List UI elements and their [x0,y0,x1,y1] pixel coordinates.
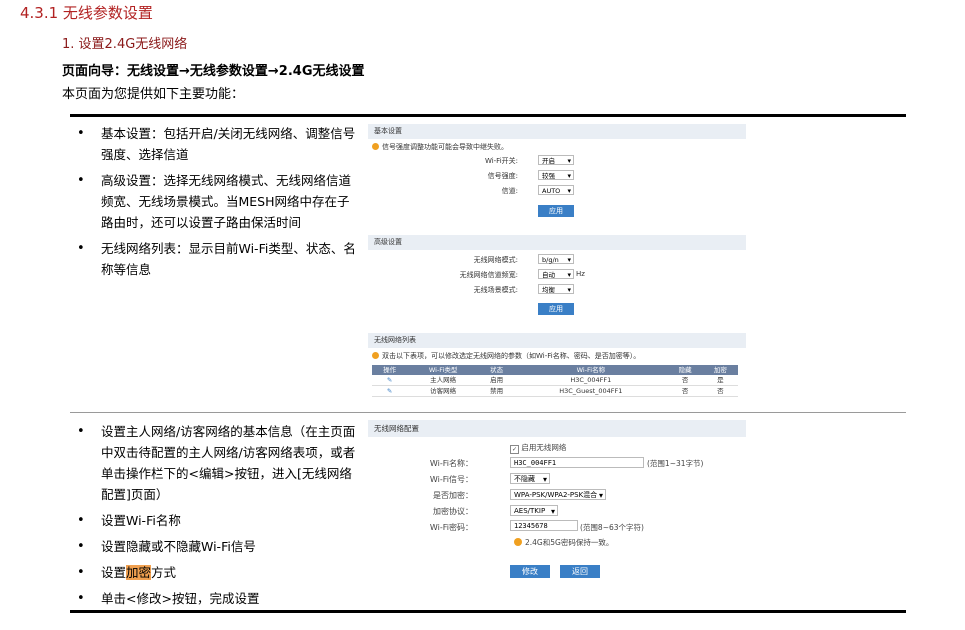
table-middle-rule [70,412,906,413]
cell-hidden: 否 [667,385,703,397]
feature-list-2: 设置主人网络/访客网络的基本信息（在主页面中双击待配置的主人网络/访客网络表项，… [72,421,357,614]
wifi-password-label: Wi-Fi密码： [429,523,473,532]
bullet-set-wifi-name: 设置Wi-Fi名称 [72,510,357,531]
cell-wifi-name: H3C_004FF1 [514,375,668,386]
bullet-basic-settings: 基本设置：包括开启/关闭无线网络、调整信号强度、选择信道 [72,123,357,165]
section-title: 4.3.1 无线参数设置 [20,4,153,22]
bullet-set-encryption: 设置加密方式 [72,562,357,583]
wireless-list-header: 无线网络列表 [368,333,746,348]
cell-status: 禁用 [478,385,515,397]
cell-encrypted: 是 [702,375,738,386]
wifi-switch-label: Wi-Fi开关: [484,157,518,165]
bullet-advanced-settings: 高级设置：选择无线网络模式、无线网络信道频宽、无线场景模式。当MESH网络中存在… [72,170,357,233]
bullet-config-basic-info: 设置主人网络/访客网络的基本信息（在主页面中双击待配置的主人网络/访客网络表项，… [72,421,357,505]
cell-hidden: 否 [667,375,703,386]
col-encrypted: 加密 [702,365,738,375]
cell-wifi-type: 主人网络 [407,375,479,386]
basic-apply-button[interactable]: 应用 [538,205,574,217]
wireless-config-header: 无线网络配置 [368,420,746,437]
table-row[interactable]: ✎ 访客网络 禁用 H3C_Guest_004FF1 否 否 [372,385,738,397]
bullet-click-modify: 单击<修改>按钮，完成设置 [72,588,357,609]
advanced-settings-header: 高级设置 [368,235,746,250]
wireless-mode-label: 无线网络模式: [473,256,518,264]
wifi-password-input[interactable]: 12345678 [510,520,578,531]
scene-mode-select[interactable]: 均衡 [538,284,574,295]
wifi-name-hint: (范围1~31字节) [647,459,704,468]
encryption-label: 是否加密： [433,491,473,500]
edit-icon[interactable]: ✎ [372,385,408,397]
page-navigation-path: 页面向导：无线设置→无线参数设置→2.4G无线设置 [62,64,365,79]
col-operation: 操作 [372,365,408,375]
signal-notice-text: 信号强度调整功能可能会导致中继失败。 [382,143,508,151]
wireless-config-screenshot: 无线网络配置 ✓ 启用无线网络 Wi-Fi名称： H3C_004FF1 (范围1… [368,420,746,590]
wifi-switch-select[interactable]: 开启 [538,155,574,166]
wireless-network-table: 操作 Wi-Fi类型 状态 Wi-Fi名称 隐藏 加密 ✎ 主人网络 启用 H3… [372,365,738,397]
wifi-signal-label: Wi-Fi信号： [429,475,473,484]
col-wifi-type: Wi-Fi类型 [407,365,479,375]
intro-text: 本页面为您提供如下主要功能： [62,87,245,102]
encryption-bullet-suffix: 方式 [151,565,177,580]
encryption-protocol-select[interactable]: AES/TKIP [510,505,558,517]
warning-icon [514,538,522,546]
basic-settings-header: 基本设置 [368,124,746,139]
enable-wireless-row[interactable]: ✓ 启用无线网络 [510,442,566,454]
list-notice-text: 双击以下表项，可以修改选定无线网络的参数（如Wi-Fi名称、密码、是否加密等）。 [382,352,641,360]
cell-encrypted: 否 [702,385,738,397]
enable-checkbox[interactable]: ✓ [510,445,519,454]
list-notice: 双击以下表项，可以修改选定无线网络的参数（如Wi-Fi名称、密码、是否加密等）。 [372,351,640,361]
signal-strength-select[interactable]: 较强 [538,170,574,181]
col-status: 状态 [478,365,515,375]
channel-label: 信道: [501,187,518,195]
bullet-wireless-list: 无线网络列表：显示目前Wi-Fi类型、状态、名称等信息 [72,238,357,280]
cell-status: 启用 [478,375,515,386]
password-sync-text: 2.4G和5G密码保持一致。 [525,538,614,547]
col-wifi-name: Wi-Fi名称 [514,365,668,375]
wifi-name-input[interactable]: H3C_004FF1 [510,457,644,468]
feature-list-1: 基本设置：包括开启/关闭无线网络、调整信号强度、选择信道 高级设置：选择无线网络… [72,123,357,285]
bandwidth-select[interactable]: 自动 [538,269,574,280]
warning-icon [372,143,379,150]
table-top-rule [70,114,906,117]
encryption-bullet-prefix: 设置 [101,565,127,580]
scene-mode-label: 无线场景模式: [473,286,518,294]
wireless-mode-select[interactable]: b/g/n [538,254,574,265]
signal-strength-label: 信号强度: [487,172,518,180]
encryption-select[interactable]: WPA-PSK/WPA2-PSK混合 [510,489,606,501]
channel-select[interactable]: AUTO [538,185,574,196]
password-sync-notice: 2.4G和5G密码保持一致。 [514,537,613,548]
warning-icon [372,352,379,359]
edit-icon[interactable]: ✎ [372,375,408,386]
wifi-name-label: Wi-Fi名称： [429,459,473,468]
bandwidth-unit: Hz [576,270,585,278]
cell-wifi-name: H3C_Guest_004FF1 [514,385,668,397]
settings-screenshot: 基本设置 信号强度调整功能可能会导致中继失败。 Wi-Fi开关: 开启 信号强度… [368,124,746,400]
bandwidth-label: 无线网络信道频宽: [459,271,518,279]
subsection-title: 1. 设置2.4G无线网络 [62,37,188,52]
wifi-signal-select[interactable]: 不隐藏 [510,473,550,485]
wifi-password-hint: (范围8~63个字符) [580,523,644,532]
modify-button[interactable]: 修改 [510,565,550,578]
encryption-protocol-label: 加密协议： [433,507,473,516]
encryption-highlight: 加密 [126,565,152,580]
enable-wireless-label: 启用无线网络 [521,443,567,452]
table-row[interactable]: ✎ 主人网络 启用 H3C_004FF1 否 是 [372,375,738,386]
cell-wifi-type: 访客网络 [407,385,479,397]
bullet-set-hidden: 设置隐藏或不隐藏Wi-Fi信号 [72,536,357,557]
back-button[interactable]: 返回 [560,565,600,578]
col-hidden: 隐藏 [667,365,703,375]
signal-notice: 信号强度调整功能可能会导致中继失败。 [372,142,508,152]
advanced-apply-button[interactable]: 应用 [538,303,574,315]
